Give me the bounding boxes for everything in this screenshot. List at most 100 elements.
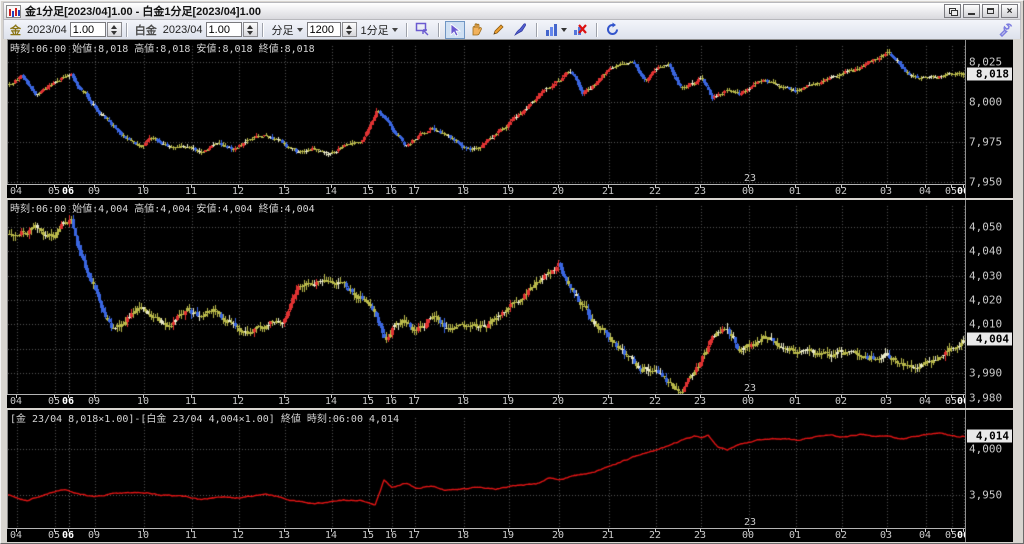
y-axis-label: 4,010 <box>969 317 1003 331</box>
x-axis-label: 05 <box>944 530 958 541</box>
x-axis-label: 10 <box>136 530 150 541</box>
x-axis-label: 20 <box>551 396 565 407</box>
toolbar-separator <box>595 22 598 37</box>
x-axis-label: 02 <box>834 186 848 197</box>
chart-window: 金1分足[2023/04]1.00 - 白金1分足[2023/04]1.00 ×… <box>0 0 1024 544</box>
x-axis-label: 01 <box>788 396 802 407</box>
toolbar-separator <box>535 22 538 37</box>
x-axis-label: 22 <box>648 396 662 407</box>
toolbar-separator <box>125 22 128 37</box>
x-axis-label: 04 <box>918 396 932 407</box>
x-axis-label: 03 <box>879 530 893 541</box>
x-axis-label: 12 <box>231 530 245 541</box>
chart-canvas[interactable] <box>8 40 967 184</box>
gold-multiplier-input[interactable] <box>69 22 106 37</box>
maximize-button[interactable] <box>982 4 999 18</box>
y-axis: 4,000 3,950 4,014 <box>965 410 1013 542</box>
x-axis-label: 05 <box>47 396 61 407</box>
gold-multiplier-spinner[interactable] <box>106 22 122 37</box>
x-axis-label: 19 <box>501 396 515 407</box>
x-axis-label: 03 <box>879 186 893 197</box>
x-axis-label: 11 <box>184 396 198 407</box>
chevron-down-icon <box>391 27 398 32</box>
app-icon <box>6 4 21 18</box>
platinum-chart-panel: 時刻:06:00 始値:4,004 高値:4,004 安値:4,004 終値:4… <box>7 200 1013 408</box>
refresh-icon <box>607 22 619 35</box>
hand-pan-button[interactable] <box>467 21 487 39</box>
x-axis-label: 11 <box>184 186 198 197</box>
pen-annotate-button[interactable] <box>511 21 531 39</box>
platinum-multiplier-spinner[interactable] <box>242 22 258 37</box>
chart-region-icon <box>415 22 429 36</box>
gold-label: 金 <box>10 24 21 37</box>
chart-region-button[interactable] <box>413 21 433 39</box>
x-axis-label: 20 <box>551 530 565 541</box>
chart-header: [金 23/04 8,018×1.00]-[白金 23/04 4,004×1.0… <box>10 414 400 425</box>
spread-chart-plot[interactable] <box>7 410 967 528</box>
x-axis-label: 00 <box>741 396 755 407</box>
x-axis-label: 21 <box>601 530 615 541</box>
title-bar[interactable]: 金1分足[2023/04]1.00 - 白金1分足[2023/04]1.00 × <box>3 2 1021 20</box>
delete-drawing-button[interactable] <box>571 21 591 39</box>
minimize-button[interactable] <box>963 4 980 18</box>
x-axis-label: 05 <box>47 530 61 541</box>
chart-header: 時刻:06:00 始値:8,018 高値:8,018 安値:8,018 終値:8… <box>10 44 315 55</box>
cursor-select-button[interactable] <box>444 20 465 39</box>
chart-canvas[interactable] <box>8 200 967 394</box>
x-axis-label: 00 <box>741 530 755 541</box>
x-axis-label: 05 <box>47 186 61 197</box>
x-axis-label: 09 <box>87 396 101 407</box>
x-axis-label: 20 <box>551 186 565 197</box>
bar-count-input[interactable] <box>306 22 341 37</box>
x-axis-label: 06 <box>61 186 75 197</box>
gold-month-label: 2023/04 <box>27 23 67 36</box>
platinum-chart-plot[interactable] <box>7 200 967 394</box>
settings-button[interactable] <box>996 21 1016 39</box>
x-axis-label: 12 <box>231 186 245 197</box>
x-axis-label: 10 <box>136 186 150 197</box>
platinum-month-label: 2023/04 <box>162 23 203 36</box>
toolbar: 金 2023/04 白金 2023/04 分足 1分足 <box>3 20 1021 39</box>
x-axis-label: 17 <box>407 530 421 541</box>
date-change-label: 23 <box>744 173 757 184</box>
x-axis-label: 16 <box>384 186 398 197</box>
x-axis: 04 05 06 09 10 11 12 13 14 15 16 17 18 19 20 21 22 23 00 01… <box>7 528 967 542</box>
chevron-down-icon <box>560 27 567 32</box>
chart-style-button[interactable] <box>543 21 569 39</box>
x-axis-label: 01 <box>788 186 802 197</box>
chart-canvas[interactable] <box>8 410 967 528</box>
refresh-button[interactable] <box>603 21 623 39</box>
bar-count-spinner[interactable] <box>341 22 357 37</box>
x-axis-label: 05 <box>944 186 958 197</box>
interval-dropdown[interactable]: 1分足 <box>357 21 402 39</box>
x-axis-label: 14 <box>324 186 338 197</box>
x-axis-label: 22 <box>648 186 662 197</box>
copy-window-button[interactable] <box>944 4 961 18</box>
chart-header: 時刻:06:00 始値:4,004 高値:4,004 安値:4,004 終値:4… <box>10 204 315 215</box>
x-axis-label: 19 <box>501 530 515 541</box>
x-axis: 04 05 06 09 10 11 12 13 14 15 16 17 18 19 20 21 22 23 00 01… <box>7 394 967 408</box>
y-axis-label: 4,000 <box>969 442 1003 456</box>
x-axis-label: 14 <box>324 530 338 541</box>
x-axis-label: 11 <box>184 530 198 541</box>
x-axis-label: 04 <box>918 530 932 541</box>
gold-chart-plot[interactable] <box>7 40 967 184</box>
x-axis-label: 00 <box>741 186 755 197</box>
x-axis-label: 15 <box>361 396 375 407</box>
close-button[interactable]: × <box>1001 4 1018 18</box>
x-axis-label: 04 <box>9 396 23 407</box>
platinum-multiplier-input[interactable] <box>205 22 242 37</box>
x-axis-label: 23 <box>693 396 707 407</box>
current-price-box: 4,014 <box>967 429 1012 443</box>
date-change-label: 23 <box>744 383 757 394</box>
y-axis-label: 4,050 <box>969 220 1003 234</box>
x-axis-label: 18 <box>456 396 470 407</box>
x-axis-label: 16 <box>384 396 398 407</box>
x-axis-label: 15 <box>361 530 375 541</box>
pencil-draw-button[interactable] <box>489 21 509 39</box>
x-axis-label: 09 <box>87 186 101 197</box>
bar-type-dropdown[interactable]: 分足 <box>268 21 307 39</box>
x-axis-label: 02 <box>834 530 848 541</box>
y-axis-label: 3,950 <box>969 488 1003 502</box>
x-axis-label: 04 <box>9 530 23 541</box>
